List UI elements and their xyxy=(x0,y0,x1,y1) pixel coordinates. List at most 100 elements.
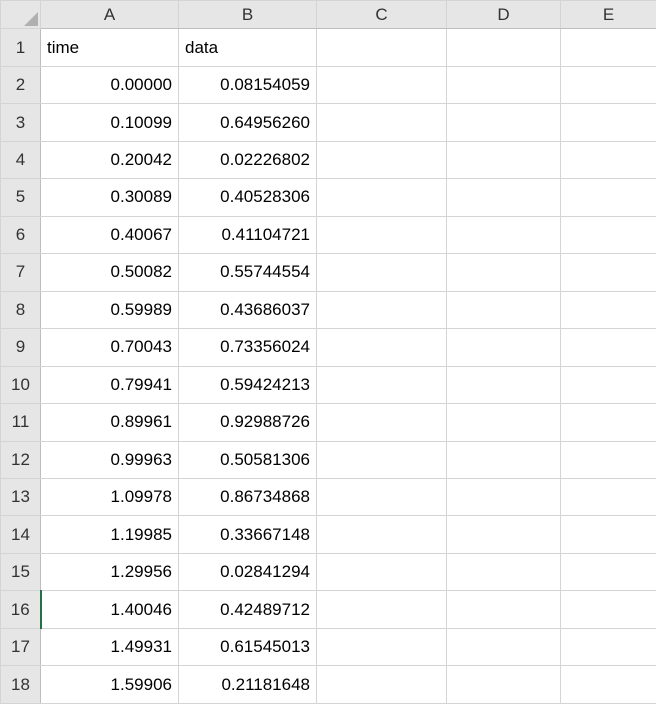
cell-a1[interactable]: time xyxy=(41,29,179,66)
cell-e1[interactable] xyxy=(561,29,656,66)
cell-e18[interactable] xyxy=(561,666,656,704)
cell-e6[interactable] xyxy=(561,216,656,253)
cell-d3[interactable] xyxy=(447,104,561,141)
cell-d9[interactable] xyxy=(447,329,561,366)
cell-a17[interactable]: 1.49931 xyxy=(41,628,179,665)
cell-a15[interactable]: 1.29956 xyxy=(41,553,179,590)
cell-e14[interactable] xyxy=(561,516,656,553)
cell-e13[interactable] xyxy=(561,478,656,515)
cell-b1[interactable]: data xyxy=(179,29,317,66)
row-header-8[interactable]: 8 xyxy=(1,291,41,328)
cell-c1[interactable] xyxy=(317,29,447,66)
cell-d15[interactable] xyxy=(447,553,561,590)
cell-a6[interactable]: 0.40067 xyxy=(41,216,179,253)
cell-e3[interactable] xyxy=(561,104,656,141)
cell-e17[interactable] xyxy=(561,628,656,665)
cell-c17[interactable] xyxy=(317,628,447,665)
cell-c12[interactable] xyxy=(317,441,447,478)
cell-c2[interactable] xyxy=(317,66,447,103)
row-header-7[interactable]: 7 xyxy=(1,254,41,291)
row-header-12[interactable]: 12 xyxy=(1,441,41,478)
cell-e15[interactable] xyxy=(561,553,656,590)
cell-e10[interactable] xyxy=(561,366,656,403)
cell-a14[interactable]: 1.19985 xyxy=(41,516,179,553)
cell-a13[interactable]: 1.09978 xyxy=(41,478,179,515)
cell-a18[interactable]: 1.59906 xyxy=(41,666,179,704)
cell-b15[interactable]: 0.02841294 xyxy=(179,553,317,590)
cell-a9[interactable]: 0.70043 xyxy=(41,329,179,366)
cell-b2[interactable]: 0.08154059 xyxy=(179,66,317,103)
cell-e12[interactable] xyxy=(561,441,656,478)
row-header-5[interactable]: 5 xyxy=(1,179,41,216)
row-header-1[interactable]: 1 xyxy=(1,29,41,66)
cell-b3[interactable]: 0.64956260 xyxy=(179,104,317,141)
cell-e16[interactable] xyxy=(561,591,656,628)
cell-b16[interactable]: 0.42489712 xyxy=(179,591,317,628)
cell-c6[interactable] xyxy=(317,216,447,253)
cell-b5[interactable]: 0.40528306 xyxy=(179,179,317,216)
column-header-a[interactable]: A xyxy=(41,1,179,29)
cell-a10[interactable]: 0.79941 xyxy=(41,366,179,403)
cell-b7[interactable]: 0.55744554 xyxy=(179,254,317,291)
row-header-2[interactable]: 2 xyxy=(1,66,41,103)
row-header-4[interactable]: 4 xyxy=(1,141,41,178)
cell-d2[interactable] xyxy=(447,66,561,103)
cell-b4[interactable]: 0.02226802 xyxy=(179,141,317,178)
cell-b17[interactable]: 0.61545013 xyxy=(179,628,317,665)
row-header-15[interactable]: 15 xyxy=(1,553,41,590)
cell-c18[interactable] xyxy=(317,666,447,704)
row-header-3[interactable]: 3 xyxy=(1,104,41,141)
cell-d18[interactable] xyxy=(447,666,561,704)
cell-c10[interactable] xyxy=(317,366,447,403)
cell-b12[interactable]: 0.50581306 xyxy=(179,441,317,478)
cell-c13[interactable] xyxy=(317,478,447,515)
column-header-c[interactable]: C xyxy=(317,1,447,29)
cell-b8[interactable]: 0.43686037 xyxy=(179,291,317,328)
cell-d12[interactable] xyxy=(447,441,561,478)
cell-d17[interactable] xyxy=(447,628,561,665)
row-header-17[interactable]: 17 xyxy=(1,628,41,665)
cell-e8[interactable] xyxy=(561,291,656,328)
cell-d8[interactable] xyxy=(447,291,561,328)
cell-c9[interactable] xyxy=(317,329,447,366)
cell-c8[interactable] xyxy=(317,291,447,328)
column-header-b[interactable]: B xyxy=(179,1,317,29)
cell-d6[interactable] xyxy=(447,216,561,253)
row-header-11[interactable]: 11 xyxy=(1,404,41,441)
cell-d10[interactable] xyxy=(447,366,561,403)
cell-c5[interactable] xyxy=(317,179,447,216)
row-header-16[interactable]: 16 xyxy=(1,591,41,628)
cell-c16[interactable] xyxy=(317,591,447,628)
cell-b9[interactable]: 0.73356024 xyxy=(179,329,317,366)
cell-d5[interactable] xyxy=(447,179,561,216)
cell-b18[interactable]: 0.21181648 xyxy=(179,666,317,704)
cell-b13[interactable]: 0.86734868 xyxy=(179,478,317,515)
cell-e4[interactable] xyxy=(561,141,656,178)
row-header-6[interactable]: 6 xyxy=(1,216,41,253)
row-header-13[interactable]: 13 xyxy=(1,478,41,515)
cell-a3[interactable]: 0.10099 xyxy=(41,104,179,141)
cell-b10[interactable]: 0.59424213 xyxy=(179,366,317,403)
cell-a11[interactable]: 0.89961 xyxy=(41,404,179,441)
cell-e2[interactable] xyxy=(561,66,656,103)
row-header-14[interactable]: 14 xyxy=(1,516,41,553)
cell-c7[interactable] xyxy=(317,254,447,291)
cell-a7[interactable]: 0.50082 xyxy=(41,254,179,291)
cell-c11[interactable] xyxy=(317,404,447,441)
column-header-d[interactable]: D xyxy=(447,1,561,29)
cell-a16[interactable]: 1.40046 xyxy=(41,591,179,628)
cell-c4[interactable] xyxy=(317,141,447,178)
cell-e7[interactable] xyxy=(561,254,656,291)
cell-b14[interactable]: 0.33667148 xyxy=(179,516,317,553)
cell-a2[interactable]: 0.00000 xyxy=(41,66,179,103)
cell-d13[interactable] xyxy=(447,478,561,515)
cell-d1[interactable] xyxy=(447,29,561,66)
cell-d4[interactable] xyxy=(447,141,561,178)
cell-d11[interactable] xyxy=(447,404,561,441)
cell-e11[interactable] xyxy=(561,404,656,441)
row-header-9[interactable]: 9 xyxy=(1,329,41,366)
column-header-e[interactable]: E xyxy=(561,1,656,29)
cell-c14[interactable] xyxy=(317,516,447,553)
cell-b6[interactable]: 0.41104721 xyxy=(179,216,317,253)
select-all-corner[interactable] xyxy=(1,1,41,29)
